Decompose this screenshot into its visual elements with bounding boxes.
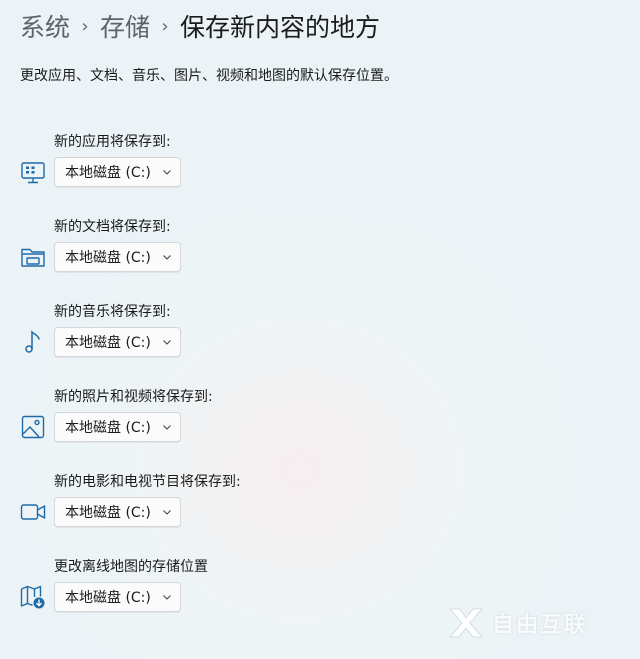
image-icon xyxy=(19,413,47,441)
breadcrumb-storage[interactable]: 存储 xyxy=(100,8,150,44)
maps-save-label: 更改离线地图的存储位置 xyxy=(54,559,208,575)
chevron-down-icon xyxy=(163,255,171,260)
maps-location-dropdown[interactable]: 本地磁盘 (C:) xyxy=(54,582,181,612)
apps-monitor-icon xyxy=(19,159,47,187)
movies-location-dropdown[interactable]: 本地磁盘 (C:) xyxy=(54,497,181,527)
maps-location-value: 本地磁盘 (C:) xyxy=(65,590,151,606)
chevron-down-icon xyxy=(163,425,171,430)
music-save-label: 新的音乐将保存到: xyxy=(54,304,171,320)
page-description: 更改应用、文档、音乐、图片、视频和地图的默认保存位置。 xyxy=(20,68,398,84)
music-note-icon xyxy=(19,328,47,356)
apps-location-value: 本地磁盘 (C:) xyxy=(65,165,151,181)
documents-location-dropdown[interactable]: 本地磁盘 (C:) xyxy=(54,242,181,272)
chevron-down-icon xyxy=(163,595,171,600)
photos-save-label: 新的照片和视频将保存到: xyxy=(54,389,213,405)
movies-location-value: 本地磁盘 (C:) xyxy=(65,505,151,521)
page-title: 保存新内容的地方 xyxy=(180,13,381,42)
map-download-icon xyxy=(19,583,47,611)
apps-save-label: 新的应用将保存到: xyxy=(54,134,171,150)
breadcrumb-system[interactable]: 系统 xyxy=(20,8,70,44)
chevron-right-icon: › xyxy=(161,15,169,37)
photos-location-dropdown[interactable]: 本地磁盘 (C:) xyxy=(54,412,181,442)
chevron-down-icon xyxy=(163,340,171,345)
breadcrumb: 系统 › 存储 › 保存新内容的地方 xyxy=(20,6,380,46)
video-camera-icon xyxy=(19,498,47,526)
documents-save-label: 新的文档将保存到: xyxy=(54,219,171,235)
chevron-down-icon xyxy=(163,510,171,515)
watermark-logo-icon xyxy=(449,608,483,638)
folder-icon xyxy=(19,243,47,271)
documents-location-value: 本地磁盘 (C:) xyxy=(65,250,151,266)
music-location-dropdown[interactable]: 本地磁盘 (C:) xyxy=(54,327,181,357)
photos-location-value: 本地磁盘 (C:) xyxy=(65,420,151,436)
chevron-down-icon xyxy=(163,170,171,175)
apps-location-dropdown[interactable]: 本地磁盘 (C:) xyxy=(54,157,181,187)
watermark: 自由互联 xyxy=(446,603,588,643)
movies-save-label: 新的电影和电视节目将保存到: xyxy=(54,474,241,490)
watermark-text: 自由互联 xyxy=(492,613,589,638)
music-location-value: 本地磁盘 (C:) xyxy=(65,335,151,351)
chevron-right-icon: › xyxy=(81,15,89,37)
